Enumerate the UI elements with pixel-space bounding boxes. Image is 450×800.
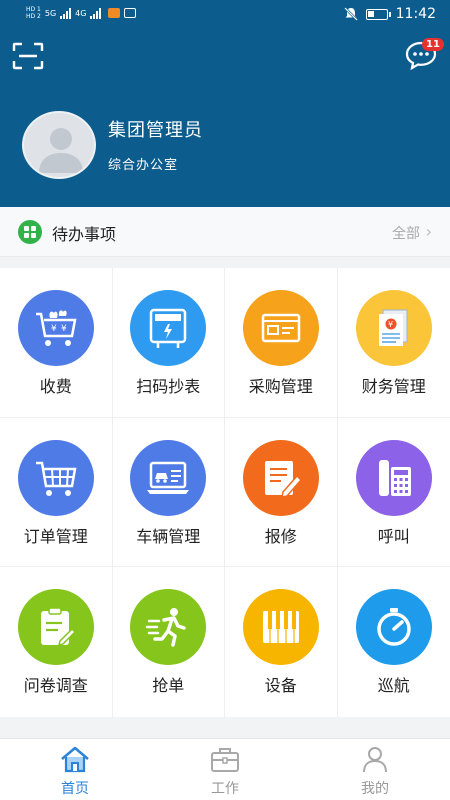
- repair-form-icon: [264, 460, 302, 498]
- timer-icon: [377, 608, 411, 647]
- person-icon: [363, 747, 387, 773]
- charge-circle: ¥ ¥: [17, 290, 94, 366]
- grid-item-label: 巡航: [377, 676, 410, 696]
- tab-home[interactable]: 首页: [0, 739, 150, 800]
- home-icon: [61, 746, 89, 773]
- grid-item-label: 采购管理: [248, 377, 313, 396]
- meter-icon: [150, 308, 187, 348]
- signal-icon-2: [90, 7, 102, 19]
- grid-item-repair[interactable]: 报修: [225, 417, 338, 568]
- survey-icon: [40, 607, 76, 647]
- status-bar: HD 1 HD 2 5G 4G 11:42: [0, 0, 450, 30]
- signal-icon: [60, 7, 72, 19]
- user-department: 综合办公室: [108, 158, 179, 173]
- tab-label: 工作: [211, 781, 239, 797]
- network-type-1: 5G: [44, 8, 57, 18]
- todo-view-all-link[interactable]: 全部: [392, 223, 420, 243]
- todo-grid-icon: [18, 220, 42, 244]
- vehicles-circle: [130, 439, 207, 516]
- purchase-circle: [242, 290, 319, 366]
- mute-bell-icon: [343, 7, 358, 21]
- tab-me[interactable]: 我的: [300, 739, 450, 800]
- grid-item-orders[interactable]: 订单管理: [0, 417, 113, 568]
- grid-item-survey[interactable]: 问卷调查: [0, 567, 113, 717]
- grid-item-purchase[interactable]: 采购管理: [225, 268, 338, 418]
- grid-item-label: 呼叫: [377, 526, 410, 546]
- todo-section[interactable]: 待办事项 全部 ›: [0, 207, 450, 257]
- grid-item-grab-order[interactable]: 抢单: [113, 567, 225, 717]
- call-circle: [355, 439, 432, 516]
- grid-item-call[interactable]: 呼叫: [337, 418, 450, 568]
- tab-label: 首页: [61, 781, 89, 797]
- user-name: 集团管理员: [108, 120, 203, 141]
- grid-item-label: 报修: [264, 526, 297, 546]
- avatar[interactable]: [22, 111, 96, 179]
- hd-indicator: HD 1 HD 2: [26, 6, 41, 20]
- purchase-icon: [261, 313, 300, 343]
- grid-item-charge[interactable]: ¥ ¥ 收费: [0, 268, 113, 418]
- function-grid: ¥ ¥ 收费 扫码抄表 采购管理 ¥ 财务管理 订单管理 车辆管理 报修 呼叫 …: [0, 268, 450, 717]
- grab-order-circle: [130, 589, 207, 666]
- phone-icon: [378, 459, 411, 496]
- grid-item-label: 抢单: [152, 676, 185, 696]
- message-count-badge: 11: [422, 38, 444, 51]
- grid-item-vehicles[interactable]: 车辆管理: [112, 417, 225, 568]
- default-avatar-icon: [39, 128, 83, 173]
- grid-item-label: 订单管理: [23, 526, 88, 546]
- scan-icon: [12, 42, 44, 70]
- finance-circle: ¥: [355, 290, 432, 366]
- repair-circle: [242, 439, 319, 516]
- piano-keys-icon: [262, 611, 299, 644]
- orders-circle: [17, 439, 94, 516]
- grid-item-label: 问卷调查: [23, 676, 88, 696]
- profile-header: 11 集团管理员 综合办公室: [0, 30, 450, 207]
- svg-text:¥: ¥: [51, 324, 57, 334]
- bottom-tab-bar: 首页 工作 我的: [0, 738, 450, 800]
- grid-item-equipment[interactable]: 设备: [225, 567, 338, 717]
- patrol-circle: [355, 589, 432, 666]
- svg-text:¥: ¥: [61, 324, 67, 334]
- finance-doc-icon: ¥: [378, 309, 408, 346]
- runner-icon: [146, 608, 186, 648]
- briefcase-icon: [211, 748, 239, 772]
- tab-label: 我的: [361, 781, 389, 797]
- money-cart-icon: ¥ ¥: [35, 310, 77, 346]
- chevron-right-icon: ›: [425, 222, 432, 241]
- screen-notification-icon: [124, 8, 137, 18]
- grid-item-label: 设备: [264, 676, 297, 696]
- equipment-circle: [242, 589, 319, 666]
- clock: 11:42: [395, 6, 436, 22]
- svg-text:¥: ¥: [388, 320, 393, 329]
- scan-button[interactable]: [12, 42, 44, 70]
- todo-title: 待办事项: [52, 225, 117, 244]
- grid-item-scan-meter[interactable]: 扫码抄表: [112, 268, 225, 418]
- network-type-2: 4G: [75, 8, 87, 18]
- app-notification-icon: [108, 8, 121, 18]
- tab-work[interactable]: 工作: [150, 739, 300, 800]
- battery-icon: [365, 8, 391, 20]
- grid-item-finance[interactable]: ¥ 财务管理: [337, 268, 450, 418]
- grid-item-patrol[interactable]: 巡航: [338, 567, 450, 717]
- grid-item-label: 车辆管理: [136, 526, 201, 546]
- grid-item-label: 财务管理: [361, 377, 426, 396]
- status-right: 11:42: [343, 6, 436, 22]
- grid-item-label: 扫码抄表: [136, 377, 201, 396]
- survey-circle: [17, 589, 94, 666]
- vehicle-laptop-icon: [147, 461, 190, 494]
- grid-item-label: 收费: [39, 377, 72, 396]
- status-left: HD 1 HD 2 5G 4G: [26, 6, 137, 20]
- messages-button[interactable]: 11: [404, 38, 444, 71]
- scan-meter-circle: [130, 290, 207, 366]
- shopping-cart-icon: [35, 461, 77, 496]
